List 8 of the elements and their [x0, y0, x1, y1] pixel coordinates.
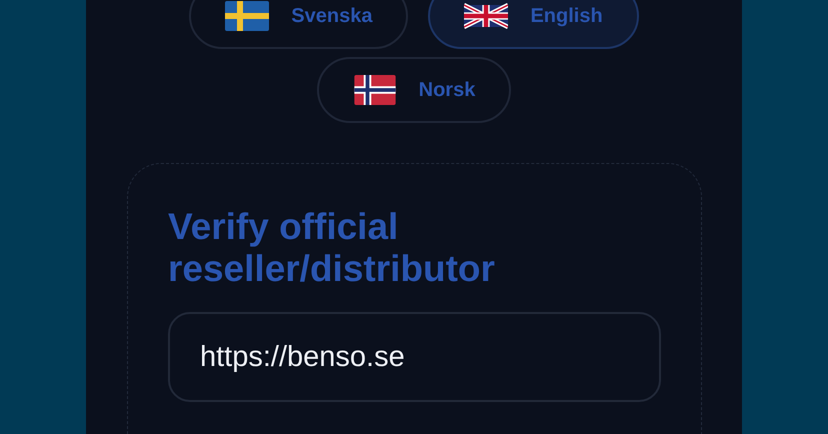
norway-flag-icon [352, 75, 397, 105]
verify-title: Verify official reseller/distributor [168, 206, 496, 290]
language-button[interactable]: Svenska [189, 0, 408, 49]
language-button[interactable]: Norsk [316, 57, 512, 123]
sweden-flag-icon [225, 1, 270, 31]
url-field[interactable]: https://benso.se [168, 312, 661, 402]
language-button[interactable]: English [428, 0, 639, 49]
uk-flag-icon [464, 1, 508, 31]
